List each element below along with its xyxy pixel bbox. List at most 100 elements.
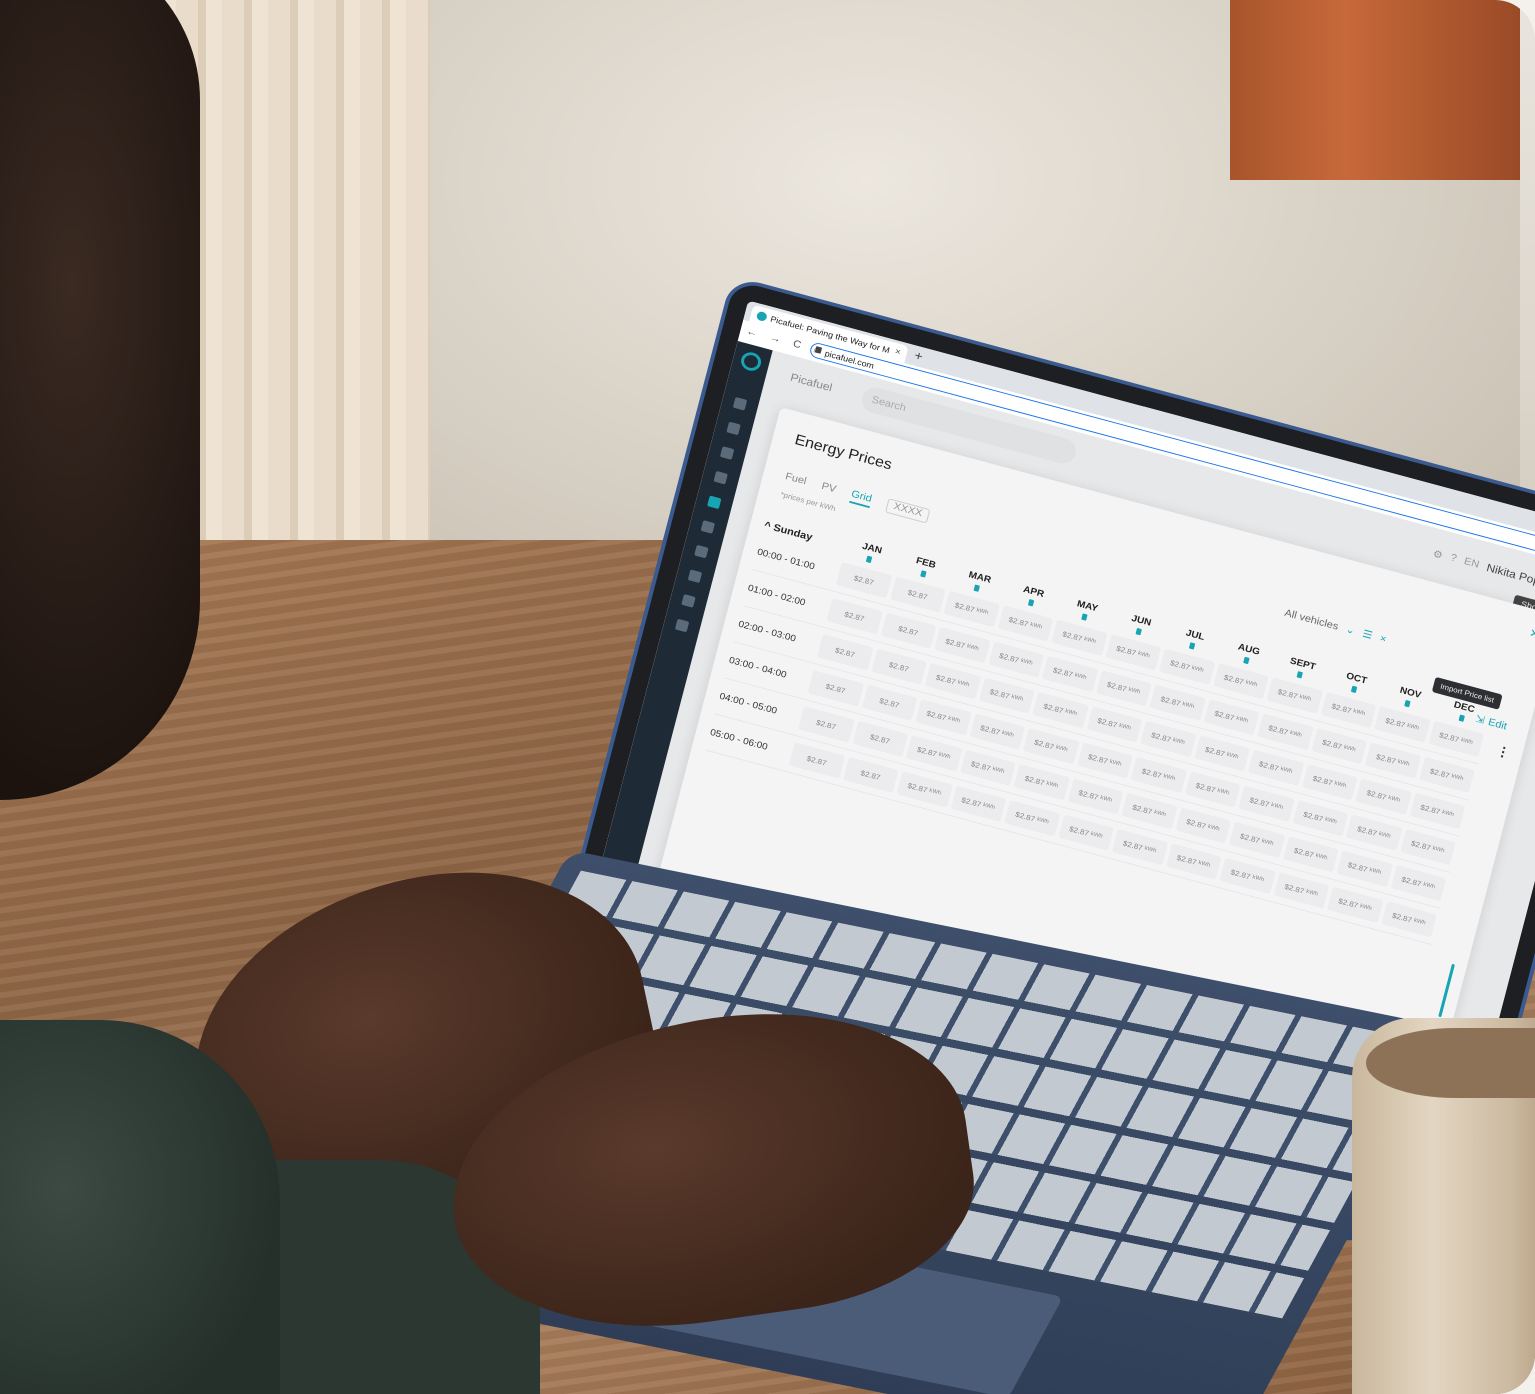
price-cell[interactable]: $2.87 kWh: [1086, 706, 1143, 743]
price-cell[interactable]: $2.87 kWh: [978, 677, 1035, 714]
price-cell[interactable]: $2.87 kWh: [1121, 792, 1178, 830]
price-cell[interactable]: $2.87 kWh: [1013, 764, 1070, 801]
price-cell[interactable]: $2.87 kWh: [1165, 843, 1222, 880]
price-cell[interactable]: $2.87 kWh: [1149, 684, 1206, 721]
energy-prices-icon[interactable]: [707, 495, 722, 510]
price-cell[interactable]: $2.87 kWh: [1320, 691, 1377, 729]
price-cell[interactable]: $2.87 kWh: [915, 699, 972, 736]
price-cell[interactable]: $2.87: [852, 720, 908, 757]
price-cell[interactable]: $2.87 kWh: [1022, 727, 1079, 765]
fuel-icon[interactable]: [700, 520, 716, 534]
price-cell[interactable]: $2.87 kWh: [1004, 800, 1061, 837]
price-cell[interactable]: $2.87 kWh: [1292, 800, 1349, 837]
price-cell[interactable]: $2.87 kWh: [1057, 814, 1114, 851]
price-cell[interactable]: $2.87 kWh: [1266, 677, 1323, 714]
driver-icon[interactable]: [719, 446, 735, 460]
price-cell[interactable]: $2.87: [835, 561, 892, 599]
price-cell[interactable]: $2.87 kWh: [1140, 720, 1197, 757]
price-cell[interactable]: $2.87: [889, 576, 946, 613]
reports-icon[interactable]: [694, 544, 709, 559]
price-cell[interactable]: $2.87 kWh: [969, 713, 1026, 750]
tab-xxxx[interactable]: XXXX: [884, 498, 931, 524]
price-cell[interactable]: $2.87 kWh: [1374, 706, 1431, 743]
price-cell[interactable]: $2.87 kWh: [1301, 763, 1358, 801]
new-tab-button[interactable]: +: [913, 348, 925, 364]
price-cell[interactable]: $2.87 kWh: [1032, 691, 1089, 729]
price-cell[interactable]: $2.87 kWh: [1067, 778, 1124, 815]
filter-sliders-icon[interactable]: ☰: [1361, 628, 1374, 641]
price-cell[interactable]: $2.87 kWh: [1228, 821, 1285, 858]
price-cell[interactable]: $2.87 kWh: [1273, 872, 1330, 909]
price-cell[interactable]: $2.87 kWh: [1041, 655, 1098, 693]
price-cell[interactable]: $2.87 kWh: [943, 590, 1000, 628]
info-icon[interactable]: [687, 569, 703, 584]
language-selector[interactable]: EN: [1463, 556, 1481, 571]
edit-button[interactable]: Edit: [1487, 716, 1508, 731]
price-cell[interactable]: $2.87: [788, 742, 845, 779]
price-cell[interactable]: $2.87 kWh: [1203, 699, 1260, 736]
price-cell[interactable]: $2.87: [807, 670, 864, 707]
price-cell[interactable]: $2.87 kWh: [1175, 807, 1231, 844]
alerts-icon[interactable]: [674, 618, 690, 633]
price-cell[interactable]: $2.87 kWh: [1409, 792, 1466, 830]
price-cell[interactable]: $2.87 kWh: [988, 641, 1044, 678]
price-cell[interactable]: $2.87: [870, 648, 927, 685]
price-cell[interactable]: $2.87 kWh: [1257, 713, 1314, 750]
price-cell[interactable]: $2.87 kWh: [1076, 742, 1133, 779]
price-cell[interactable]: $2.87 kWh: [1247, 749, 1304, 786]
price-cell[interactable]: $2.87 kWh: [1184, 771, 1241, 808]
price-cell[interactable]: $2.87: [842, 756, 899, 794]
price-cell[interactable]: $2.87 kWh: [1158, 648, 1215, 685]
price-cell[interactable]: $2.87 kWh: [1111, 828, 1168, 866]
price-cell[interactable]: $2.87 kWh: [1105, 634, 1162, 671]
tab-fuel[interactable]: Fuel: [783, 471, 808, 491]
price-cell[interactable]: $2.87 kWh: [1390, 865, 1447, 902]
more-options-icon[interactable]: ⋮: [1495, 743, 1512, 762]
clear-filter-icon[interactable]: ×: [1379, 633, 1388, 645]
settings-icon[interactable]: ⚙: [1432, 547, 1445, 561]
price-cell[interactable]: $2.87 kWh: [905, 735, 962, 772]
home-icon[interactable]: [732, 396, 748, 411]
price-cell[interactable]: $2.87 kWh: [1219, 857, 1276, 895]
price-cell[interactable]: $2.87 kWh: [1327, 886, 1384, 923]
price-cell[interactable]: $2.87 kWh: [997, 605, 1054, 642]
price-cell[interactable]: $2.87 kWh: [1355, 778, 1412, 815]
price-cell[interactable]: $2.87: [880, 612, 937, 649]
price-cell[interactable]: $2.87 kWh: [1418, 756, 1475, 794]
help-icon[interactable]: ?: [1449, 552, 1458, 564]
app-logo-icon[interactable]: [739, 350, 764, 373]
vehicle-icon[interactable]: [726, 421, 741, 436]
price-cell[interactable]: $2.87 kWh: [1345, 814, 1402, 851]
dashboard-icon[interactable]: [713, 470, 728, 485]
tab-grid[interactable]: Grid: [849, 488, 874, 509]
tab-pv[interactable]: PV: [819, 481, 837, 499]
price-cell[interactable]: $2.87 kWh: [950, 785, 1007, 822]
price-cell[interactable]: $2.87 kWh: [1193, 735, 1250, 772]
price-cell[interactable]: $2.87 kWh: [924, 662, 981, 700]
price-cell[interactable]: $2.87: [861, 684, 918, 721]
price-cell[interactable]: $2.87 kWh: [1238, 785, 1295, 822]
price-cell[interactable]: $2.87 kWh: [1095, 670, 1152, 707]
price-cell[interactable]: $2.87 kWh: [1282, 836, 1339, 873]
price-cell[interactable]: $2.87 kWh: [1336, 850, 1393, 887]
price-cell[interactable]: $2.87: [798, 706, 855, 743]
vehicle-filter-select[interactable]: All vehicles: [1283, 607, 1339, 632]
price-cell[interactable]: $2.87: [817, 634, 874, 671]
price-cell[interactable]: $2.87 kWh: [1212, 662, 1269, 700]
price-cell[interactable]: $2.87: [826, 598, 883, 635]
user-name[interactable]: Nikita Poputko: [1485, 561, 1535, 593]
close-tab-icon[interactable]: ×: [894, 347, 902, 358]
price-cell[interactable]: $2.87 kWh: [1051, 619, 1108, 656]
price-cell[interactable]: $2.87 kWh: [1380, 901, 1437, 938]
price-cell[interactable]: $2.87 kWh: [1364, 742, 1421, 779]
price-cell[interactable]: $2.87 kWh: [1428, 720, 1485, 757]
price-cell[interactable]: $2.87 kWh: [1311, 727, 1367, 765]
price-cell[interactable]: $2.87 kWh: [896, 771, 953, 808]
price-cell[interactable]: $2.87 kWh: [1130, 756, 1187, 794]
price-cell[interactable]: $2.87 kWh: [959, 749, 1016, 786]
chevron-down-icon[interactable]: ⌄: [1344, 623, 1356, 637]
price-cell[interactable]: $2.87 kWh: [1399, 828, 1456, 866]
close-icon[interactable]: ×: [1528, 625, 1535, 643]
media-icon[interactable]: [681, 594, 696, 608]
scrollbar[interactable]: [1438, 963, 1455, 1018]
